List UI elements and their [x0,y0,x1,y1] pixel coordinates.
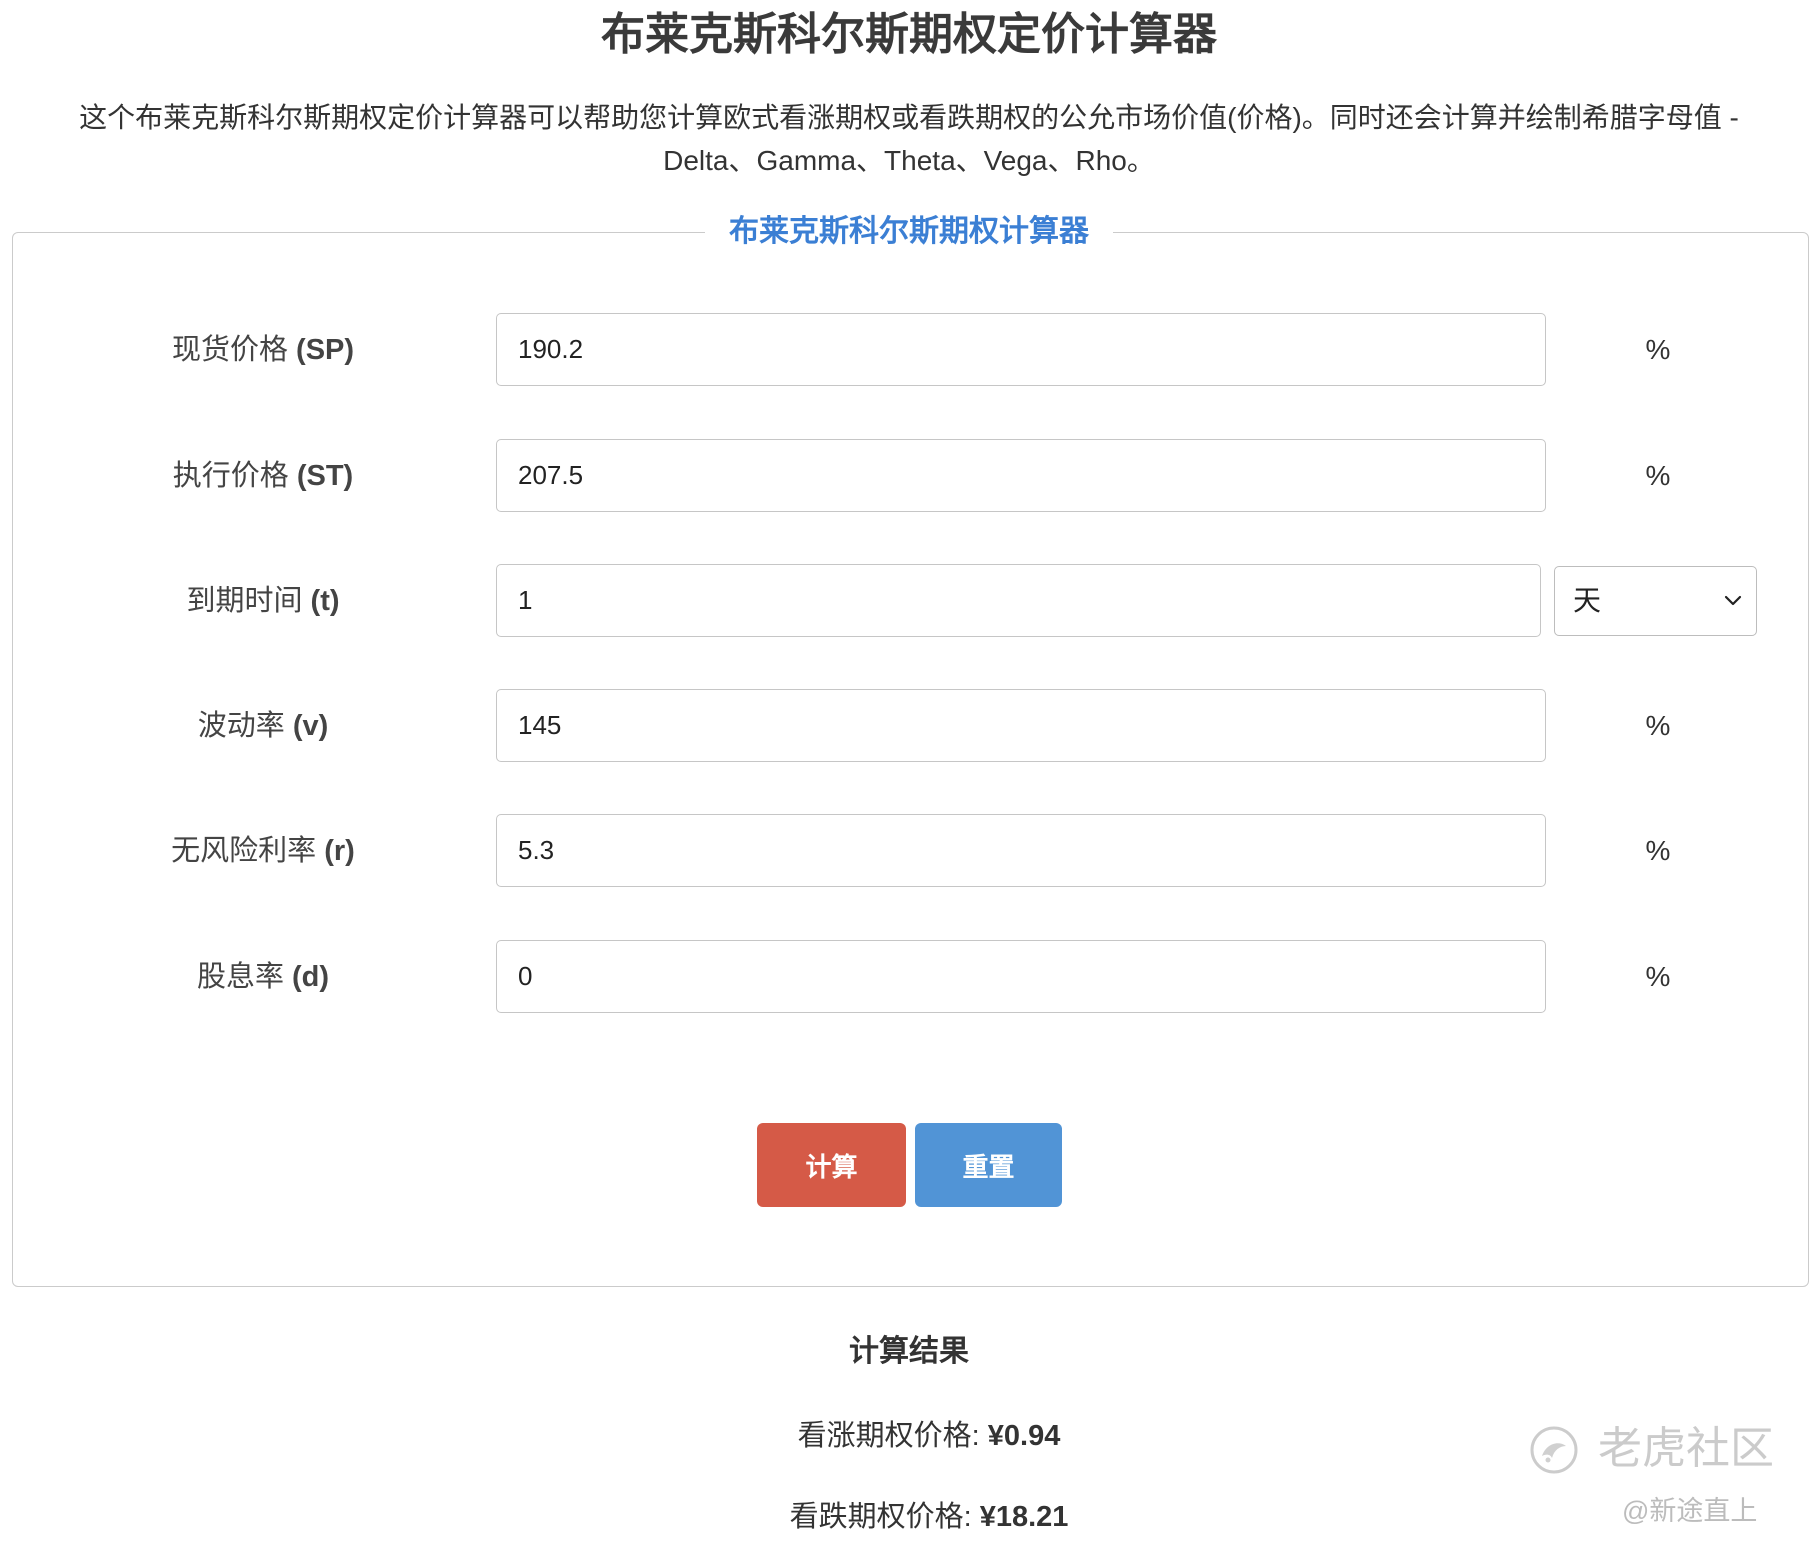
form-row-time-to-expiry: 到期时间 (t) 天 [0,564,1818,638]
results-heading: 计算结果 [849,1335,969,1368]
chevron-down-icon [1724,595,1742,606]
risk-free-rate-label: 无风险利率 (r) [60,814,466,888]
spot-price-label: 现货价格 (SP) [60,313,466,387]
risk-free-rate-input[interactable] [496,814,1546,887]
time-to-expiry-label-text: 到期时间 [186,585,303,617]
form-row-strike-price: 执行价格 (ST) % [0,439,1818,513]
watermark-author: @新途直上 [1622,1496,1758,1526]
time-unit-select[interactable]: 天 [1554,566,1757,636]
watermark-brand: 老虎社区 [1598,1424,1774,1473]
dividend-yield-label-text: 股息率 [196,961,284,993]
call-price-value: ¥0.94 [987,1420,1061,1452]
strike-price-input[interactable] [496,439,1546,512]
call-price-label: 看涨期权价格: [797,1420,980,1452]
strike-price-label: 执行价格 (ST) [60,439,466,513]
time-to-expiry-symbol: (t) [310,585,340,617]
risk-free-rate-symbol: (r) [324,835,355,867]
strike-price-unit: % [1645,460,1671,491]
volatility-input[interactable] [496,689,1546,762]
page-description-line-1: 这个布莱克斯科尔斯期权定价计算器可以帮助您计算欧式看涨期权或看跌期权的公允市场价… [79,102,1739,133]
put-price-result: 看跌期权价格: ¥18.21 [0,1497,1818,1537]
spot-price-symbol: (SP) [296,334,355,366]
strike-price-label-text: 执行价格 [172,460,289,492]
dividend-yield-input[interactable] [496,940,1546,1013]
volatility-label-text: 波动率 [197,710,285,742]
fieldset-legend: 布莱克斯科尔斯期权计算器 [705,212,1113,252]
time-to-expiry-input[interactable] [496,564,1541,637]
time-unit-selected-value: 天 [1573,585,1602,616]
risk-free-rate-label-text: 无风险利率 [171,835,317,867]
time-to-expiry-label: 到期时间 (t) [60,564,466,638]
dividend-yield-label: 股息率 (d) [60,940,466,1014]
page-title: 布莱克斯科尔斯期权定价计算器 [601,10,1217,59]
tiger-logo-icon [1530,1426,1578,1474]
spot-price-label-text: 现货价格 [171,334,288,366]
page-description-line-2: Delta、Gamma、Theta、Vega、Rho。 [663,145,1155,176]
spot-price-unit: % [1645,334,1671,365]
volatility-unit: % [1645,710,1671,741]
form-row-volatility: 波动率 (v) % [0,689,1818,763]
volatility-label: 波动率 (v) [60,689,466,763]
form-row-dividend-yield: 股息率 (d) % [0,940,1818,1014]
dividend-yield-symbol: (d) [292,961,330,993]
reset-button[interactable]: 重置 [915,1123,1062,1207]
risk-free-rate-unit: % [1645,835,1671,866]
dividend-yield-unit: % [1645,961,1671,992]
form-row-spot-price: 现货价格 (SP) % [0,313,1818,387]
volatility-symbol: (v) [292,710,329,742]
form-row-risk-free-rate: 无风险利率 (r) % [0,814,1818,888]
spot-price-input[interactable] [496,313,1546,386]
strike-price-symbol: (ST) [296,460,354,492]
calculate-button[interactable]: 计算 [757,1123,906,1207]
put-price-label: 看跌期权价格: [789,1501,972,1533]
fieldset-legend-wrap: 布莱克斯科尔斯期权计算器 [0,212,1818,252]
put-price-value: ¥18.21 [979,1501,1069,1533]
